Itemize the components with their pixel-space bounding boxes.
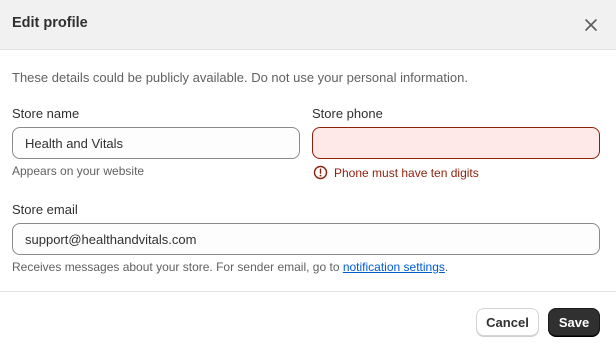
store-name-input[interactable]: Health and Vitals	[12, 127, 300, 159]
store-name-label: Store name	[12, 106, 80, 121]
dialog-title: Edit profile	[12, 15, 88, 31]
cancel-button[interactable]: Cancel	[476, 308, 539, 336]
store-phone-error-text: Phone must have ten digits	[334, 165, 479, 180]
close-button[interactable]	[580, 14, 602, 36]
store-email-help-text: Receives messages about your store. For …	[12, 260, 343, 274]
notification-settings-link[interactable]: notification settings	[343, 260, 445, 274]
close-icon	[585, 19, 597, 31]
store-phone-error: Phone must have ten digits	[313, 165, 479, 180]
store-phone-label: Store phone	[312, 106, 383, 121]
store-email-input[interactable]: support@healthandvitals.com	[12, 223, 600, 255]
store-email-help-suffix: .	[444, 260, 449, 274]
save-button[interactable]: Save	[548, 308, 600, 336]
store-phone-input[interactable]	[312, 127, 600, 159]
store-email-help: Receives messages about your store. For …	[12, 260, 448, 274]
footer-divider	[0, 291, 616, 292]
dialog-header: Edit profile	[0, 0, 616, 50]
privacy-notice: These details could be publicly availabl…	[12, 70, 468, 85]
store-email-label: Store email	[12, 202, 78, 217]
alert-circle-icon	[313, 165, 328, 180]
edit-profile-dialog: Edit profile These details could be publ…	[0, 0, 616, 350]
store-name-help: Appears on your website	[12, 164, 145, 178]
